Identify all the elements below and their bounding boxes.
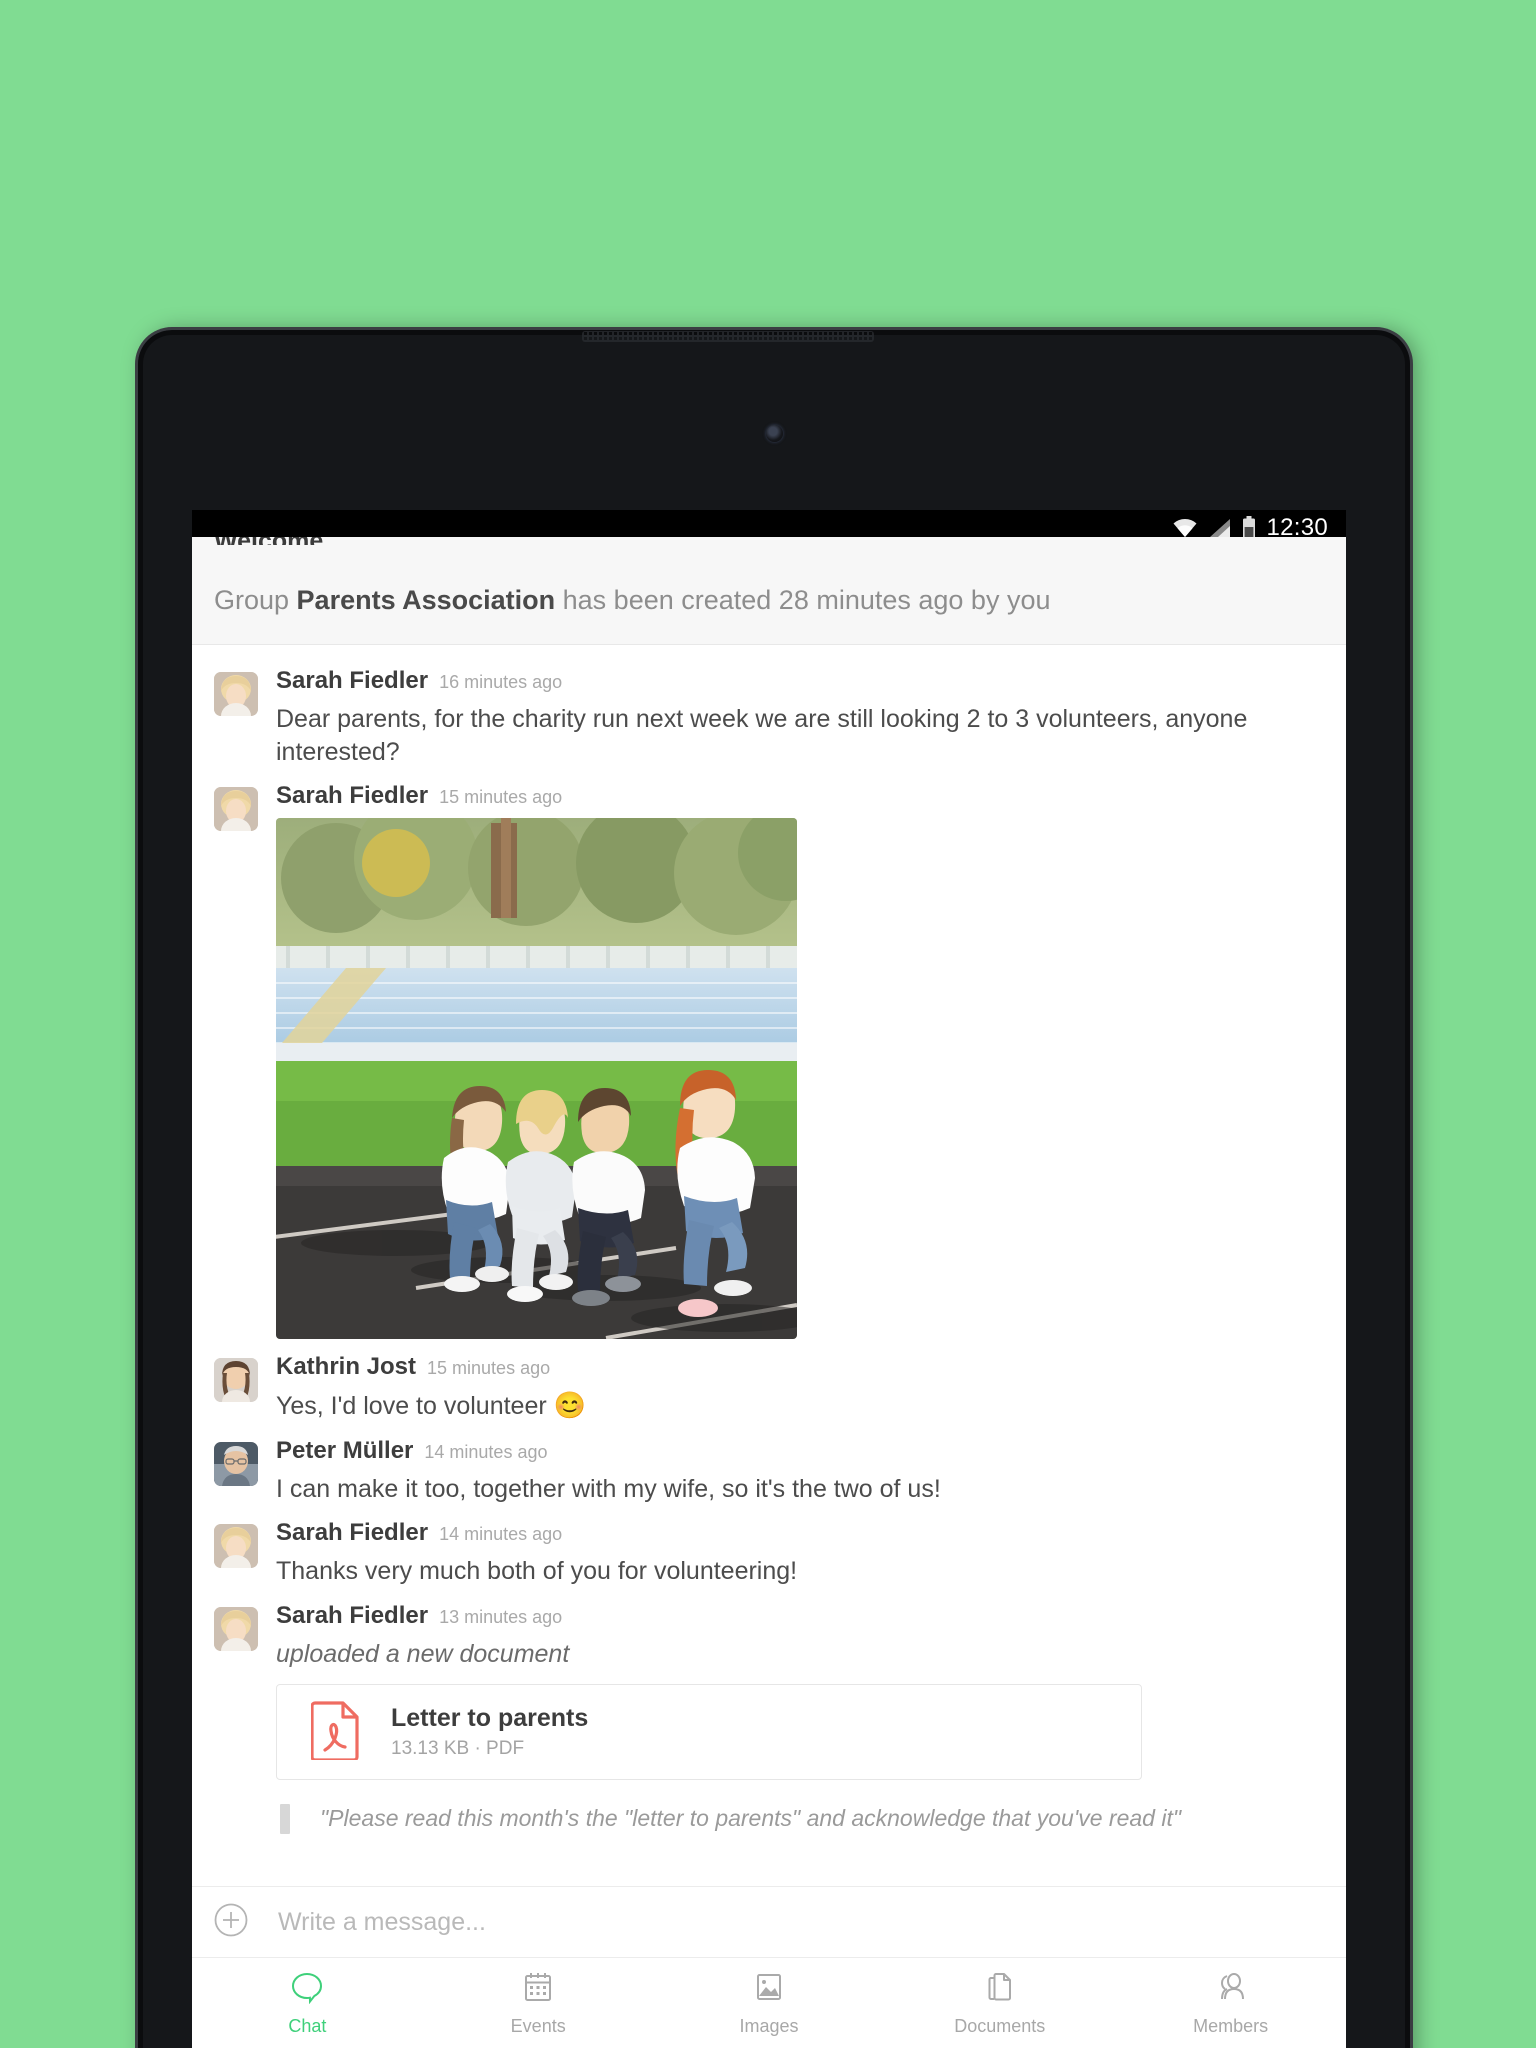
avatar[interactable] [214, 787, 258, 831]
nav-label-chat: Chat [288, 2015, 327, 2036]
nav-item-members[interactable]: Members [1115, 1958, 1346, 2048]
message-body: Sarah Fiedler 14 minutes ago Thanks very… [276, 1521, 1324, 1588]
message-item: Sarah Fiedler 14 minutes ago Thanks very… [192, 1511, 1346, 1594]
group-created-text: Group Parents Association has been creat… [214, 585, 1050, 616]
cellular-signal-icon [1208, 518, 1232, 538]
message-body: Kathrin Jost 15 minutes ago Yes, I'd lov… [276, 1355, 1324, 1423]
message-item: Sarah Fiedler 16 minutes ago Dear parent… [192, 659, 1346, 774]
banner-prefix: Group [214, 585, 297, 615]
document-size-type: 13.13 KB · PDF [391, 1738, 525, 1760]
avatar[interactable] [214, 1358, 258, 1402]
message-author: Sarah Fiedler [276, 667, 429, 694]
quote-bar [280, 1804, 290, 1835]
message-timestamp: 15 minutes ago [439, 787, 563, 807]
message-body: Sarah Fiedler 13 minutes ago uploaded a … [276, 1601, 1324, 1835]
calendar-icon [521, 1970, 555, 2009]
smiling-face-emoji: 😊 [553, 1390, 587, 1420]
members-icon [1214, 1970, 1248, 2009]
speaker-grille [582, 331, 874, 342]
pdf-file-icon [310, 1700, 361, 1765]
message-header: Sarah Fiedler 15 minutes ago [276, 784, 1324, 808]
message-author: Peter Müller [276, 1436, 414, 1464]
wifi-icon [1172, 518, 1198, 538]
nav-item-chat[interactable]: Chat [192, 1958, 423, 2048]
message-input[interactable] [278, 1907, 1324, 1937]
message-header: Sarah Fiedler 16 minutes ago [276, 669, 1324, 693]
app-screen: Welcome Group Parents Association has be… [192, 537, 1346, 2048]
message-author: Sarah Fiedler [276, 782, 429, 809]
avatar[interactable] [214, 672, 258, 716]
message-action-text: uploaded a new document [276, 1639, 570, 1668]
image-icon [752, 1970, 786, 2009]
document-attachment-card[interactable]: Letter to parents 13.13 KB · PDF [276, 1684, 1142, 1781]
nav-item-documents[interactable]: Documents [884, 1958, 1115, 2048]
message-timestamp: 14 minutes ago [439, 1524, 563, 1545]
message-text: Thanks very much both of you for volunte… [276, 1557, 798, 1586]
front-camera-icon [766, 425, 783, 442]
message-header: Peter Müller 14 minutes ago [276, 1436, 1324, 1464]
message-item: Kathrin Jost 15 minutes ago Yes, I'd lov… [192, 1345, 1346, 1429]
message-author: Sarah Fiedler [276, 1519, 429, 1547]
avatar[interactable] [214, 1441, 258, 1486]
message-item: Sarah Fiedler 13 minutes ago uploaded a … [192, 1594, 1346, 1840]
nav-label-documents: Documents [954, 2015, 1046, 2036]
documents-icon [983, 1970, 1017, 2009]
banner-suffix: has been created 28 minutes ago by you [555, 585, 1051, 615]
message-header: Sarah Fiedler 14 minutes ago [276, 1521, 1324, 1545]
scrolled-title-remnant: Welcome [214, 537, 323, 545]
avatar[interactable] [214, 1606, 258, 1651]
document-title: Letter to parents [391, 1704, 589, 1733]
chat-bubble-icon [290, 1970, 324, 2009]
message-item: Peter Müller 14 minutes ago I can make i… [192, 1429, 1346, 1512]
photo-attachment[interactable] [276, 818, 797, 1339]
message-text: I can make it too, together with my wife… [276, 1474, 941, 1503]
message-timestamp: 14 minutes ago [424, 1441, 548, 1462]
message-item: Sarah Fiedler 15 minutes ago [192, 774, 1346, 1345]
message-text-content: Yes, I'd love to volunteer [276, 1392, 554, 1420]
avatar[interactable] [214, 1524, 258, 1569]
nav-item-events[interactable]: Events [423, 1958, 654, 2048]
document-meta: Letter to parents 13.13 KB · PDF [391, 1704, 588, 1760]
message-timestamp: 15 minutes ago [427, 1358, 551, 1378]
message-author: Kathrin Jost [276, 1353, 417, 1380]
message-body: Sarah Fiedler 16 minutes ago Dear parent… [276, 669, 1324, 768]
message-composer [192, 1886, 1346, 1958]
message-body: Peter Müller 14 minutes ago I can make i… [276, 1436, 1324, 1506]
banner-group-name: Parents Association [296, 585, 556, 615]
quote-text: "Please read this month's the "letter to… [320, 1805, 1181, 1832]
message-text: Yes, I'd love to volunteer 😊 [276, 1389, 1324, 1423]
nav-item-images[interactable]: Images [654, 1958, 885, 2048]
message-header: Kathrin Jost 15 minutes ago [276, 1355, 1324, 1379]
message-header: Sarah Fiedler 13 minutes ago [276, 1601, 1324, 1629]
message-body: Sarah Fiedler 15 minutes ago [276, 784, 1324, 1339]
message-author: Sarah Fiedler [276, 1601, 429, 1629]
nav-label-events: Events [510, 2015, 566, 2036]
message-timestamp: 16 minutes ago [439, 672, 563, 692]
document-quote: "Please read this month's the "letter to… [280, 1804, 1324, 1835]
message-list: Sarah Fiedler 16 minutes ago Dear parent… [192, 645, 1346, 1840]
plus-circle-icon[interactable] [214, 1903, 248, 1942]
message-text: Dear parents, for the charity run next w… [276, 705, 1248, 766]
nav-label-images: Images [739, 2015, 799, 2036]
bottom-navigation-bar: Chat Events Images Documents Members [192, 1958, 1346, 2048]
group-created-banner: Welcome Group Parents Association has be… [192, 537, 1346, 645]
message-timestamp: 13 minutes ago [439, 1606, 563, 1627]
nav-label-members: Members [1193, 2015, 1269, 2036]
